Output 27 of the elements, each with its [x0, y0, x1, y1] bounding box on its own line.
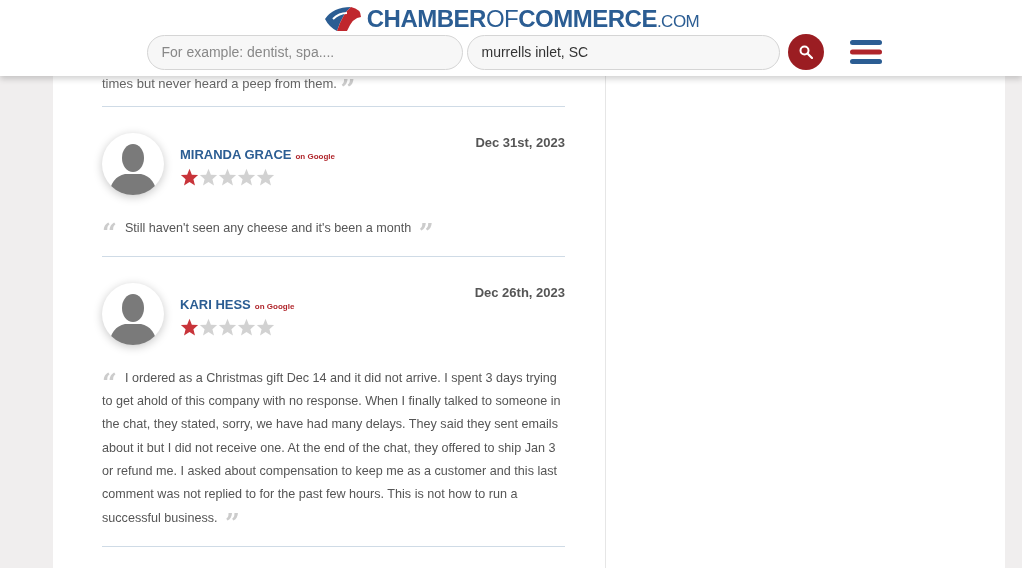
star-icon: [199, 168, 218, 186]
star-icon: [237, 318, 256, 337]
search-button[interactable]: [787, 34, 824, 70]
star-icon: [256, 168, 275, 186]
logo-icon: [322, 5, 363, 33]
star-icon: [256, 318, 275, 337]
star-icon: [237, 168, 256, 186]
search-icon: [798, 45, 813, 59]
star-icon: [218, 168, 237, 186]
menu-icon[interactable]: [849, 39, 882, 65]
search-field[interactable]: For example: dentist, spa....: [146, 34, 463, 70]
star-icon: [180, 318, 199, 337]
reviewer-name: KARI HESS: [180, 295, 251, 314]
star-icon: [199, 318, 218, 337]
avatar-icon: [102, 282, 164, 345]
quote-mark: ”: [340, 74, 356, 104]
reviewer-name: MIRANDA GRACE: [180, 145, 292, 164]
star-icon: [180, 168, 199, 186]
review-source: on Google: [254, 300, 295, 313]
review-source: on Google: [295, 150, 336, 163]
location-field[interactable]: murrells inlet, SC: [466, 34, 780, 70]
review-date: Dec 31st, 2023: [475, 133, 565, 152]
star-icon: [218, 318, 237, 337]
review-text: times but never heard a peep from them.: [102, 76, 337, 91]
review-date: Dec 26th, 2023: [474, 283, 565, 302]
logo-text[interactable]: CHAMBEROFCOMMERCE.COM: [366, 7, 700, 31]
avatar-icon: [102, 132, 164, 195]
